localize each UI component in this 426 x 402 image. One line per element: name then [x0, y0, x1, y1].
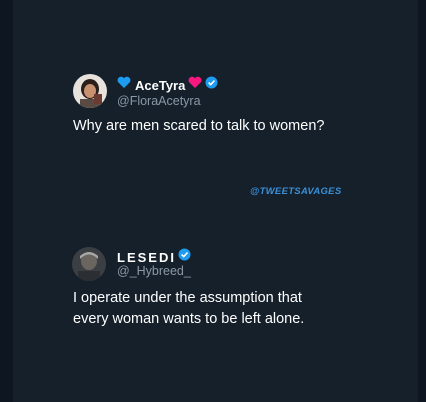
left-edge: [0, 0, 13, 402]
tweet-text-line-2: every woman wants to be left alone.: [73, 311, 305, 327]
avatar[interactable]: [72, 247, 106, 281]
right-edge: [418, 0, 426, 402]
display-name[interactable]: AceTyra: [135, 78, 185, 93]
handle[interactable]: @FloraAcetyra: [117, 94, 201, 108]
handle[interactable]: @_Hybreed_: [117, 264, 191, 278]
avatar[interactable]: [73, 74, 107, 108]
red-heart-icon: [188, 76, 202, 94]
screenshot-panel: AceTyra @FloraAcetyra Why are men scared…: [13, 0, 418, 402]
blue-heart-icon: [117, 76, 131, 94]
verified-badge-icon: [205, 76, 218, 94]
tweet-text: Why are men scared to talk to women?: [73, 118, 325, 134]
display-name[interactable]: LESEDI: [117, 250, 176, 265]
watermark-text: @TWEETSAVAGES: [250, 186, 342, 197]
tweet-1-name-row: AceTyra: [117, 76, 218, 94]
tweet-text-line-1: I operate under the assumption that: [73, 290, 302, 306]
